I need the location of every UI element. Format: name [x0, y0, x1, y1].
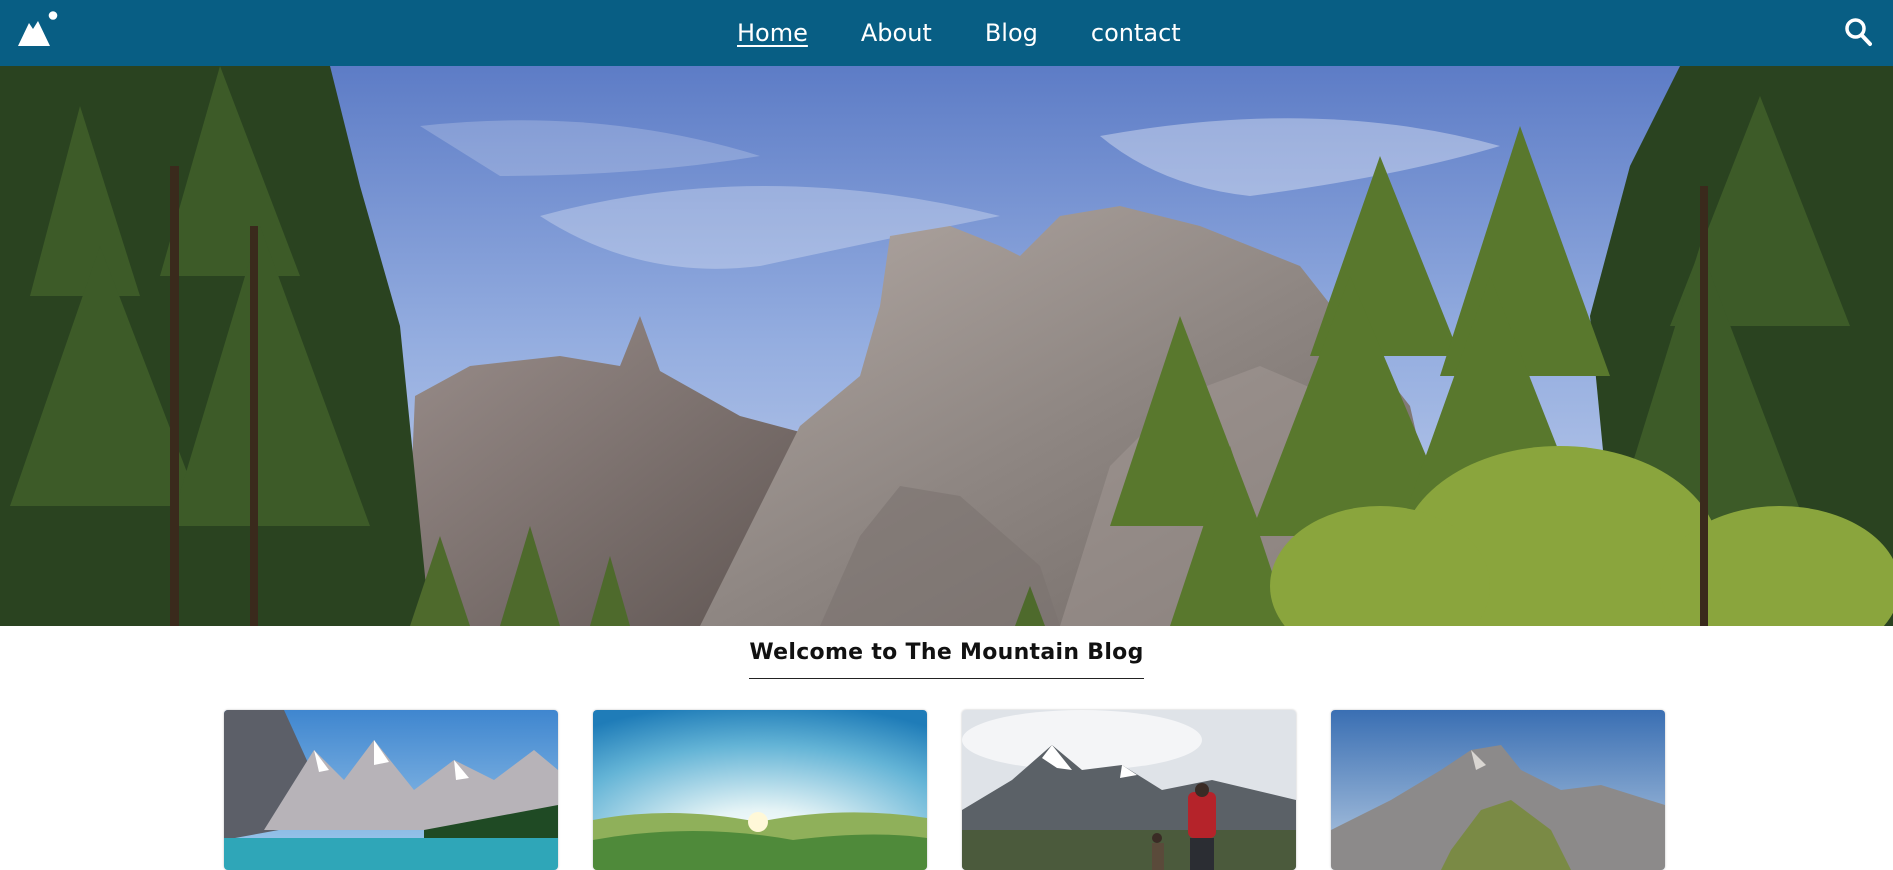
top-navbar: Home About Blog contact [0, 0, 1893, 66]
blog-card-lake[interactable] [224, 710, 558, 870]
search-icon[interactable] [1844, 17, 1872, 47]
card-image-lake [224, 710, 558, 870]
welcome-title: Welcome to The Mountain Blog [749, 640, 1144, 679]
card-image-hiker [962, 710, 1296, 870]
card-image-sunrise [593, 710, 927, 870]
blog-card-hiker[interactable] [962, 710, 1296, 870]
welcome-section: Welcome to The Mountain Blog [0, 626, 1893, 679]
card-image-summit [1331, 710, 1665, 870]
mountain-sun-icon[interactable] [18, 11, 60, 47]
nav-about-link[interactable]: About [861, 0, 932, 66]
hero-image [0, 66, 1893, 626]
nav-contact-link[interactable]: contact [1091, 0, 1181, 66]
nav-blog-link[interactable]: Blog [985, 0, 1038, 66]
blog-card-summit[interactable] [1331, 710, 1665, 870]
nav-home-link[interactable]: Home [737, 0, 808, 66]
blog-card-sunrise[interactable] [593, 710, 927, 870]
blog-cards [224, 710, 1665, 870]
nav-links: Home About Blog contact [737, 0, 1181, 66]
hero-banner [0, 66, 1893, 626]
